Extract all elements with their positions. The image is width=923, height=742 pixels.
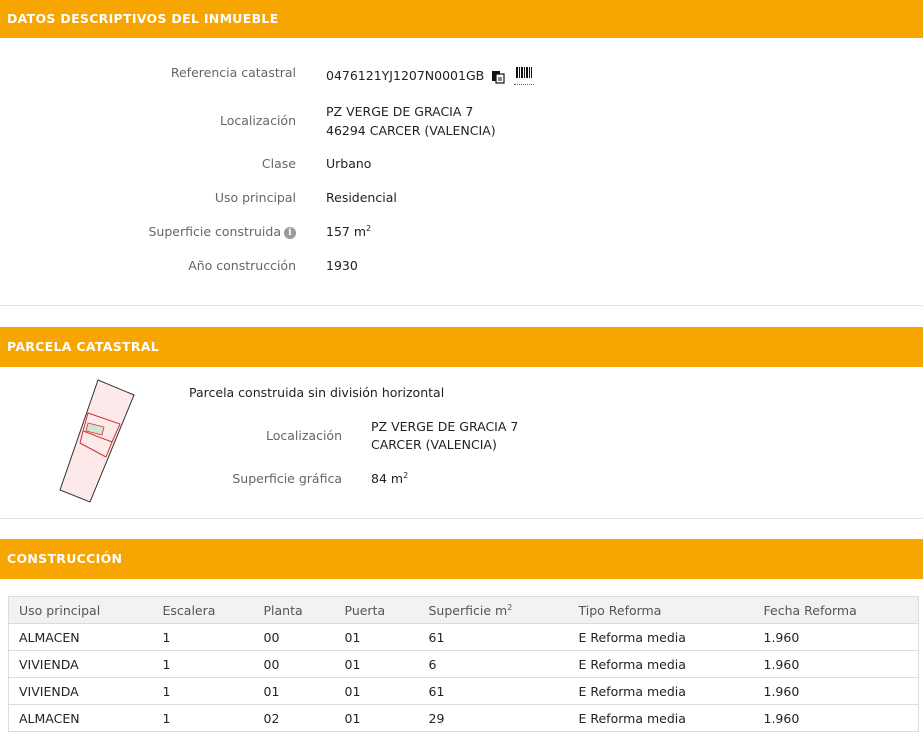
cell-escalera: 1 bbox=[152, 704, 254, 732]
parcela-descripcion: Parcela construida sin división horizont… bbox=[189, 385, 445, 400]
parcela-localizacion-line2: CARCER (VALENCIA) bbox=[371, 437, 497, 452]
localizacion-line2: 46294 CARCER (VALENCIA) bbox=[326, 123, 496, 138]
cell-superficie: 61 bbox=[418, 623, 569, 651]
cell-tipo-reforma: E Reforma media bbox=[568, 677, 754, 705]
col-superficie-text: Superficie m bbox=[428, 602, 508, 618]
localizacion-label: Localización bbox=[219, 113, 296, 128]
superficie-value: 157 m2 bbox=[326, 224, 371, 239]
parcela-superficie-value: 84 m2 bbox=[371, 471, 408, 486]
section-header-parcela: PARCELA CATASTRAL bbox=[0, 327, 923, 367]
anio-value: 1930 bbox=[326, 258, 358, 273]
clase-value: Urbano bbox=[326, 156, 372, 171]
uso-label: Uso principal bbox=[214, 190, 296, 205]
col-superficie-exponent: 2 bbox=[507, 602, 513, 612]
cell-fecha-reforma: 1.960 bbox=[753, 623, 919, 651]
parcela-superficie-text: 84 m bbox=[371, 471, 404, 486]
col-tipo-reforma: Tipo Reforma bbox=[568, 596, 754, 624]
referencia-text[interactable]: 0476121YJ1207N0001GB bbox=[326, 68, 484, 83]
col-planta: Planta bbox=[253, 596, 335, 624]
copy-icon[interactable] bbox=[491, 70, 505, 84]
table-row: VIVIENDA 1 01 01 61 E Reforma media 1.96… bbox=[8, 677, 919, 705]
cell-escalera: 1 bbox=[152, 650, 254, 678]
cell-superficie: 29 bbox=[418, 704, 569, 732]
cell-planta: 00 bbox=[253, 650, 335, 678]
col-escalera: Escalera bbox=[152, 596, 254, 624]
col-superficie: Superficie m2 bbox=[418, 596, 569, 624]
cell-superficie: 6 bbox=[418, 650, 569, 678]
table-header-row: Uso principal Escalera Planta Puerta Sup… bbox=[8, 596, 919, 624]
anio-label: Año construcción bbox=[188, 258, 296, 273]
cell-uso: VIVIENDA bbox=[8, 650, 153, 678]
cell-puerta: 01 bbox=[334, 704, 419, 732]
superficie-label-text: Superficie construida bbox=[148, 224, 282, 239]
info-icon[interactable]: i bbox=[284, 226, 296, 239]
cell-uso: ALMACEN bbox=[8, 623, 153, 651]
cell-uso: ALMACEN bbox=[8, 704, 153, 732]
cell-superficie: 61 bbox=[418, 677, 569, 705]
cell-escalera: 1 bbox=[152, 677, 254, 705]
localizacion-line1: PZ VERGE DE GRACIA 7 bbox=[326, 104, 474, 119]
cell-fecha-reforma: 1.960 bbox=[753, 704, 919, 732]
cell-planta: 00 bbox=[253, 623, 335, 651]
cell-fecha-reforma: 1.960 bbox=[753, 650, 919, 678]
parcel-map-thumbnail[interactable] bbox=[50, 377, 150, 505]
uso-value: Residencial bbox=[326, 190, 397, 205]
referencia-label: Referencia catastral bbox=[170, 65, 296, 80]
cell-planta: 01 bbox=[253, 677, 335, 705]
superficie-label: Superficie construida i bbox=[148, 224, 296, 239]
parcela-localizacion-line1: PZ VERGE DE GRACIA 7 bbox=[371, 419, 519, 434]
clase-label: Clase bbox=[261, 156, 296, 171]
panel-parcela: Parcela construida sin división horizont… bbox=[0, 367, 923, 519]
superficie-value-text: 157 m bbox=[326, 224, 367, 239]
parcela-superficie-label: Superficie gráfica bbox=[232, 471, 342, 486]
cell-tipo-reforma: E Reforma media bbox=[568, 623, 754, 651]
cell-puerta: 01 bbox=[334, 677, 419, 705]
cell-escalera: 1 bbox=[152, 623, 254, 651]
table-row: ALMACEN 1 00 01 61 E Reforma media 1.960 bbox=[8, 623, 919, 651]
cell-tipo-reforma: E Reforma media bbox=[568, 650, 754, 678]
col-uso-principal: Uso principal bbox=[8, 596, 153, 624]
section-header-construccion: CONSTRUCCIÓN bbox=[0, 539, 923, 579]
referencia-value[interactable]: 0476121YJ1207N0001GB bbox=[326, 68, 505, 84]
superficie-exponent: 2 bbox=[366, 223, 372, 233]
table-row: ALMACEN 1 02 01 29 E Reforma media 1.960 bbox=[8, 704, 919, 732]
table-row: VIVIENDA 1 00 01 6 E Reforma media 1.960 bbox=[8, 650, 919, 678]
cell-tipo-reforma: E Reforma media bbox=[568, 704, 754, 732]
parcela-superficie-exponent: 2 bbox=[403, 470, 409, 480]
barcode-icon[interactable] bbox=[514, 66, 534, 85]
cell-puerta: 01 bbox=[334, 650, 419, 678]
col-puerta: Puerta bbox=[334, 596, 419, 624]
construccion-table: Uso principal Escalera Planta Puerta Sup… bbox=[8, 596, 919, 732]
cell-fecha-reforma: 1.960 bbox=[753, 677, 919, 705]
cell-uso: VIVIENDA bbox=[8, 677, 153, 705]
parcela-localizacion-label: Localización bbox=[265, 428, 342, 443]
section-header-datos: DATOS DESCRIPTIVOS DEL INMUEBLE bbox=[0, 0, 923, 38]
cell-planta: 02 bbox=[253, 704, 335, 732]
panel-datos: Referencia catastral 0476121YJ1207N0001G… bbox=[0, 38, 923, 306]
col-fecha-reforma: Fecha Reforma bbox=[753, 596, 919, 624]
cell-puerta: 01 bbox=[334, 623, 419, 651]
